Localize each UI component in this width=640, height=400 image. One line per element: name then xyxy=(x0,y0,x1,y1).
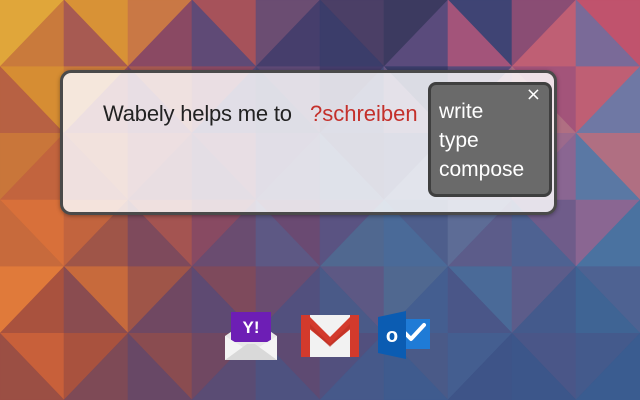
close-icon[interactable]: × xyxy=(526,86,541,104)
highlighted-word[interactable]: ?schreiben xyxy=(310,101,418,127)
prompt-sentence: Wabely helps me to xyxy=(103,101,292,126)
translation-card: Wabely helps me to ?schreiben × write ty… xyxy=(60,70,557,215)
yahoo-mail-icon[interactable]: Y! xyxy=(223,310,279,362)
gmail-icon[interactable] xyxy=(300,314,360,358)
suggestion-type[interactable]: type xyxy=(439,126,549,155)
outlook-icon[interactable]: o xyxy=(378,311,432,359)
suggestion-compose[interactable]: compose xyxy=(439,155,549,184)
outlook-logo-text: o xyxy=(386,325,398,347)
suggestion-popup: × write type compose xyxy=(428,82,552,197)
yahoo-logo-text: Y! xyxy=(243,318,260,337)
